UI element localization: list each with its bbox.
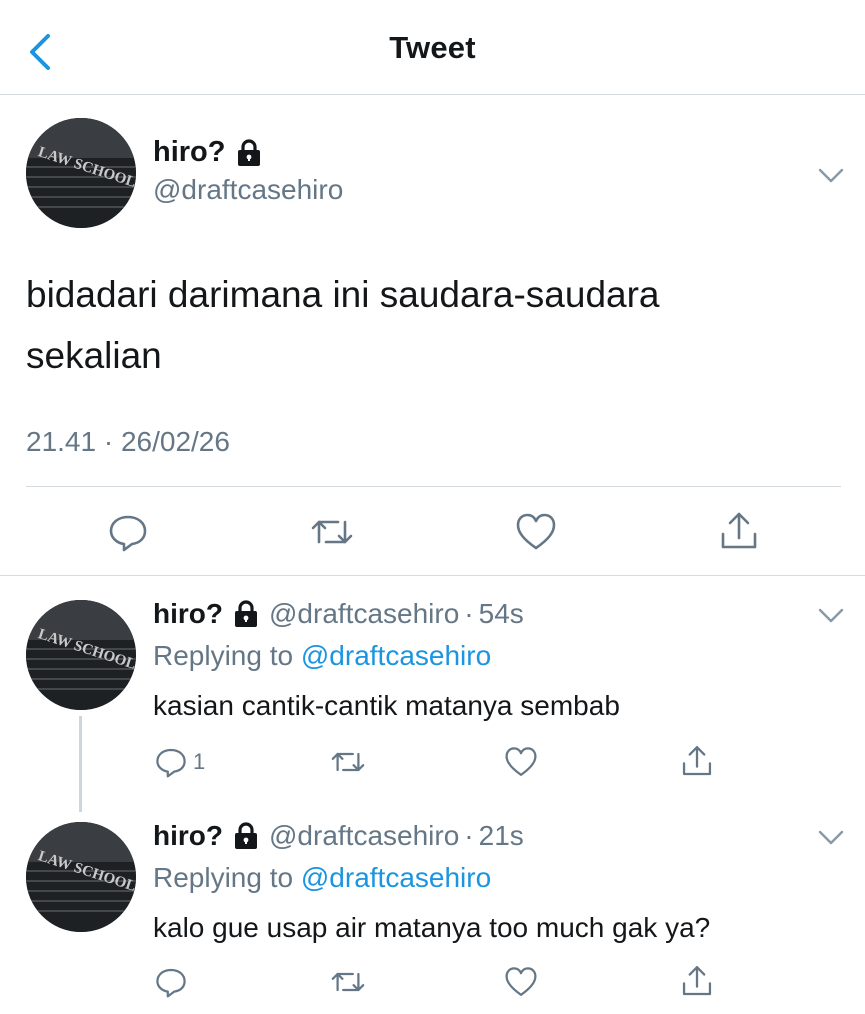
author-name: hiro? (153, 136, 226, 168)
tweet-text: bidadari darimana ini saudara-saudara se… (26, 264, 826, 386)
retweet-button[interactable] (310, 512, 354, 552)
share-button[interactable] (680, 964, 714, 998)
reply-meta: hiro? @draftcasehiro · 21s (153, 820, 524, 852)
retweet-button[interactable] (330, 966, 366, 998)
chevron-down-icon (818, 830, 844, 845)
lock-icon (235, 822, 257, 849)
author-handle[interactable]: @draftcasehiro (153, 174, 343, 206)
lock-icon (235, 600, 257, 627)
tweet-timestamp[interactable]: 21.41 · 26/02/26 (26, 426, 230, 458)
tweet-text-line: bidadari darimana ini saudara-saudara (26, 274, 660, 315)
tweet-text-line: sekalian (26, 335, 162, 376)
replying-to-link[interactable]: @draftcasehiro (301, 640, 491, 671)
reply-text: kalo gue usap air matanya too much gak y… (153, 912, 711, 943)
lock-icon (237, 138, 260, 166)
reply-meta: hiro? @draftcasehiro · 54s (153, 598, 524, 630)
like-icon (516, 513, 556, 550)
replying-to: Replying to @draftcasehiro (153, 862, 491, 894)
chevron-down-icon (818, 168, 844, 183)
reply-tweet[interactable]: LAW SCHOOL hiro? @draftcasehiro · 54s Re… (0, 598, 865, 816)
retweet-icon (331, 972, 365, 992)
replying-to-label: Replying to (153, 862, 294, 893)
like-button[interactable] (504, 746, 538, 778)
chevron-down-icon (818, 608, 844, 623)
like-button[interactable] (515, 512, 557, 552)
reply-time: 54s (478, 598, 524, 629)
avatar[interactable]: LAW SCHOOL (26, 822, 136, 932)
share-icon (682, 746, 712, 776)
avatar[interactable]: LAW SCHOOL (26, 118, 136, 228)
author-name[interactable]: hiro? (153, 598, 223, 630)
main-tweet: LAW SCHOOL hiro? @draftcasehiro bidadari… (0, 96, 865, 576)
retweet-button[interactable] (330, 746, 366, 778)
reply-text: kasian cantik-cantik matanya sembab (153, 690, 620, 721)
reply-icon (109, 515, 147, 552)
meta-dot: · (464, 598, 474, 629)
reply-icon (156, 748, 186, 778)
avatar[interactable]: LAW SCHOOL (26, 600, 136, 710)
author-handle[interactable]: @draftcasehiro (269, 598, 459, 630)
like-icon (505, 747, 537, 776)
share-icon (721, 512, 757, 549)
author-handle[interactable]: @draftcasehiro (269, 820, 459, 852)
reply-tweet[interactable]: LAW SCHOOL hiro? @draftcasehiro · 21s Re… (0, 820, 865, 1014)
tweet-options-button[interactable] (816, 166, 846, 186)
replying-to-label: Replying to (153, 640, 294, 671)
reply-icon (156, 968, 186, 998)
tweet-options-button[interactable] (816, 828, 846, 848)
divider (26, 486, 841, 487)
like-icon (505, 967, 537, 996)
reply-button[interactable] (155, 966, 187, 998)
top-bar: Tweet (0, 0, 865, 95)
reply-button[interactable]: 1 (155, 746, 205, 778)
tweet-options-button[interactable] (816, 606, 846, 626)
author-name[interactable]: hiro? (153, 820, 223, 852)
retweet-icon (311, 520, 353, 544)
reply-button[interactable] (108, 512, 148, 552)
reply-time: 21s (478, 820, 524, 851)
replying-to-link[interactable]: @draftcasehiro (301, 862, 491, 893)
retweet-icon (331, 752, 365, 772)
page-title: Tweet (389, 30, 476, 65)
thread-connector-line (79, 716, 82, 812)
share-button[interactable] (680, 744, 714, 778)
like-button[interactable] (504, 966, 538, 998)
share-button[interactable] (718, 510, 760, 552)
share-icon (682, 966, 712, 996)
meta-dot: · (464, 820, 474, 851)
reply-count: 1 (193, 749, 206, 774)
author-name-row[interactable]: hiro? (153, 136, 262, 169)
replying-to: Replying to @draftcasehiro (153, 640, 491, 672)
